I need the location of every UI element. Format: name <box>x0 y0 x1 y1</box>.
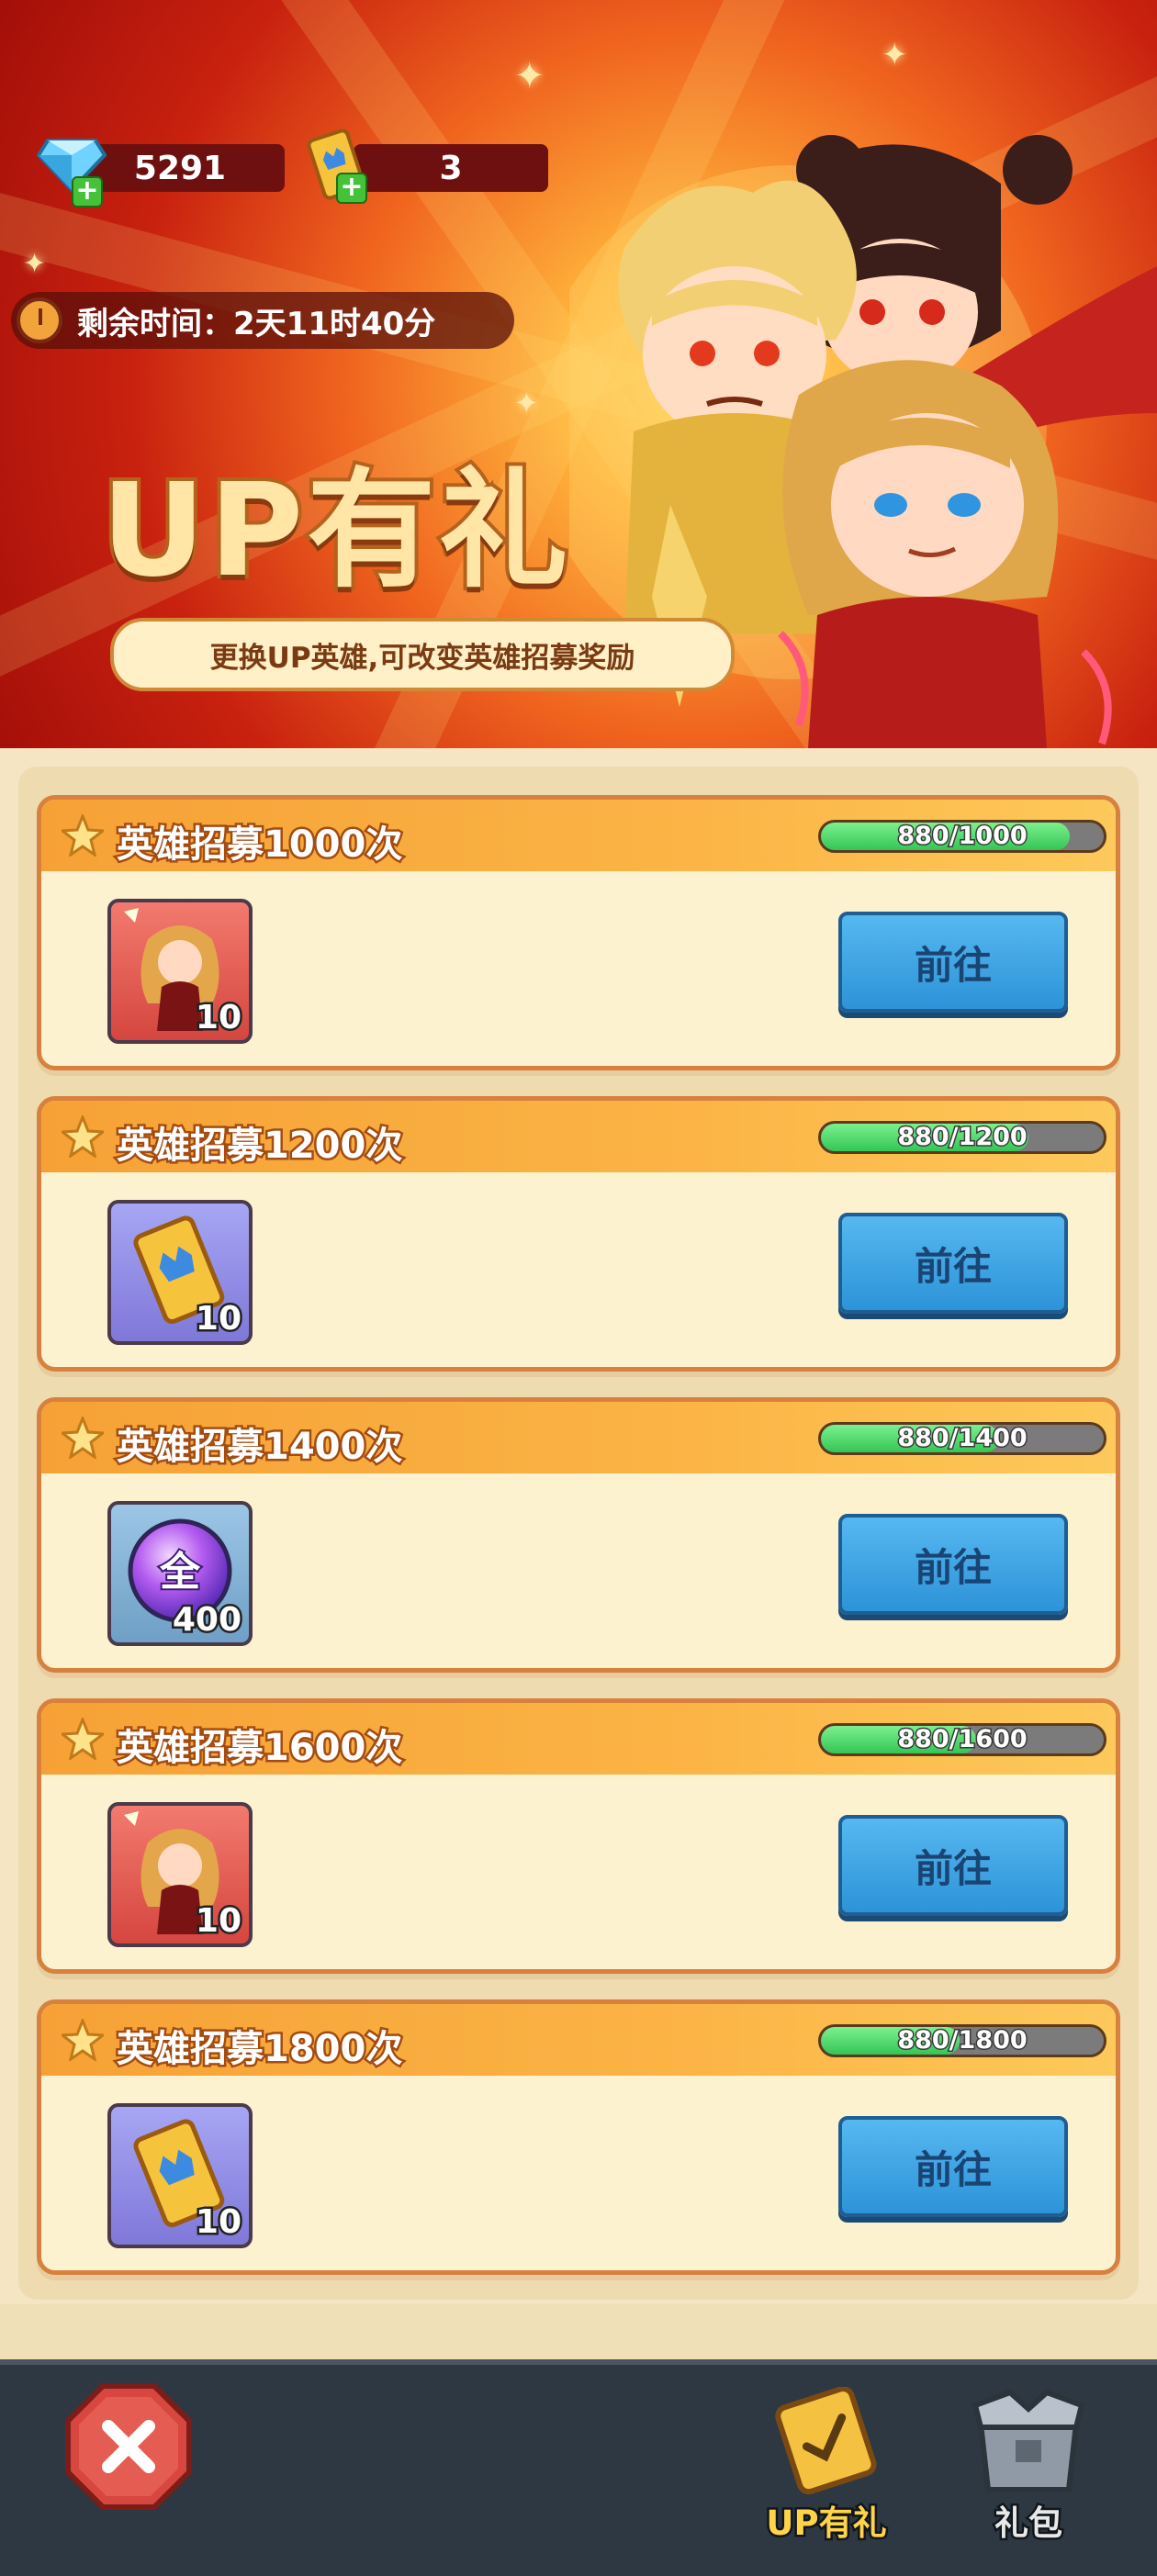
gift-chest-icon <box>972 2389 1085 2492</box>
go-button-label: 前往 <box>914 2146 992 2192</box>
event-title: UP有礼 <box>97 453 572 610</box>
task-card-header: 英雄招募1400次 880/1400 <box>41 1402 1116 1473</box>
go-button[interactable]: 前往 <box>838 912 1068 1013</box>
task-progress-bar: 880/1200 <box>818 1121 1106 1154</box>
task-progress-bar: 880/1800 <box>818 2024 1106 2057</box>
task-card: 英雄招募1000次 880/1000 10 前往 <box>37 795 1120 1070</box>
star-icon <box>62 1115 104 1158</box>
reward-item[interactable]: 10 <box>107 899 253 1044</box>
star-icon <box>62 1718 104 1760</box>
task-progress-bar: 880/1600 <box>818 1723 1106 1756</box>
close-button[interactable] <box>64 2382 193 2511</box>
event-banner: ✦ ✦ ✦ ✦ ✦ <box>0 0 1157 748</box>
reward-item[interactable]: 10 <box>107 1200 253 1345</box>
reward-item[interactable]: 全 400 <box>107 1501 253 1646</box>
sparkle-icon: ✦ <box>514 386 539 420</box>
go-button-label: 前往 <box>914 1544 992 1590</box>
task-progress-bar: 880/1000 <box>818 820 1106 853</box>
task-title: 英雄招募1200次 <box>114 1123 404 1170</box>
task-title: 英雄招募1800次 <box>114 2026 404 2073</box>
task-progress-text: 880/1800 <box>896 2026 1028 2055</box>
task-card: 英雄招募1200次 880/1200 10 前往 <box>37 1096 1120 1372</box>
tab-gift-pack[interactable]: 礼包 <box>955 2387 1102 2546</box>
go-button[interactable]: 前往 <box>838 1213 1068 1314</box>
star-icon <box>62 1417 104 1459</box>
task-progress-bar: 880/1400 <box>818 1422 1106 1455</box>
task-card: 英雄招募1800次 880/1800 10 前往 <box>37 1999 1120 2275</box>
ticket-counter: 3 <box>354 144 548 192</box>
task-progress-text: 880/1200 <box>896 1123 1028 1151</box>
up-gift-tab-icon <box>775 2386 877 2495</box>
reward-count: 400 <box>170 1599 243 1641</box>
go-button[interactable]: 前往 <box>838 1514 1068 1615</box>
task-progress-text: 880/1000 <box>896 822 1028 850</box>
go-button-label: 前往 <box>914 942 992 988</box>
ticket-count: 3 <box>439 149 463 187</box>
event-page: ✦ ✦ ✦ ✦ ✦ <box>0 0 1157 2576</box>
task-card: 英雄招募1600次 880/1600 10 前往 <box>37 1698 1120 1974</box>
tab-up-gift[interactable]: UP有礼 <box>753 2386 900 2546</box>
remaining-time-text: 剩余时间：2天11时40分 <box>77 305 436 342</box>
task-card-header: 英雄招募1600次 880/1600 <box>41 1703 1116 1775</box>
reward-count: 10 <box>193 2201 243 2244</box>
task-title: 英雄招募1000次 <box>114 822 404 868</box>
sparkle-icon: ✦ <box>23 248 47 280</box>
clock-icon <box>17 297 62 343</box>
reward-count: 10 <box>193 1298 243 1340</box>
add-gems-icon[interactable]: + <box>72 176 103 207</box>
task-card-header: 英雄招募1200次 880/1200 <box>41 1101 1116 1172</box>
go-button[interactable]: 前往 <box>838 2116 1068 2217</box>
task-card-header: 英雄招募1800次 880/1800 <box>41 2004 1116 2076</box>
gem-counter: 5291 <box>75 144 285 192</box>
tab-gift-pack-label: 礼包 <box>993 2502 1065 2546</box>
add-tickets-icon[interactable]: + <box>336 173 367 204</box>
task-title: 英雄招募1600次 <box>114 1725 404 1772</box>
task-card: 英雄招募1400次 880/1400 全 400 前往 <box>37 1397 1120 1673</box>
go-button-label: 前往 <box>914 1243 992 1289</box>
remaining-time-pill: 剩余时间：2天11时40分 <box>11 292 514 349</box>
star-icon <box>62 2019 104 2061</box>
go-button-label: 前往 <box>914 1845 992 1891</box>
event-subtitle-pill: 更换UP英雄,可改变英雄招募奖励 <box>110 618 735 691</box>
sparkle-icon: ✦ <box>882 37 908 73</box>
go-button[interactable]: 前往 <box>838 1815 1068 1916</box>
task-card-header: 英雄招募1000次 880/1000 <box>41 800 1116 871</box>
task-progress-text: 880/1400 <box>896 1424 1028 1452</box>
reward-count: 10 <box>193 997 243 1039</box>
star-icon <box>62 814 104 857</box>
task-title: 英雄招募1400次 <box>114 1424 404 1471</box>
reward-item[interactable]: 10 <box>107 2103 253 2248</box>
orb-glyph: 全 <box>159 1549 201 1596</box>
tab-up-gift-label: UP有礼 <box>764 2502 889 2546</box>
event-subtitle: 更换UP英雄,可改变英雄招募奖励 <box>209 641 635 675</box>
sparkle-icon: ✦ <box>514 55 545 97</box>
reward-item[interactable]: 10 <box>107 1802 253 1947</box>
gem-count: 5291 <box>133 149 227 187</box>
reward-count: 10 <box>193 1900 243 1943</box>
task-progress-text: 880/1600 <box>896 1725 1028 1753</box>
bottom-divider-strip <box>0 2304 1157 2359</box>
